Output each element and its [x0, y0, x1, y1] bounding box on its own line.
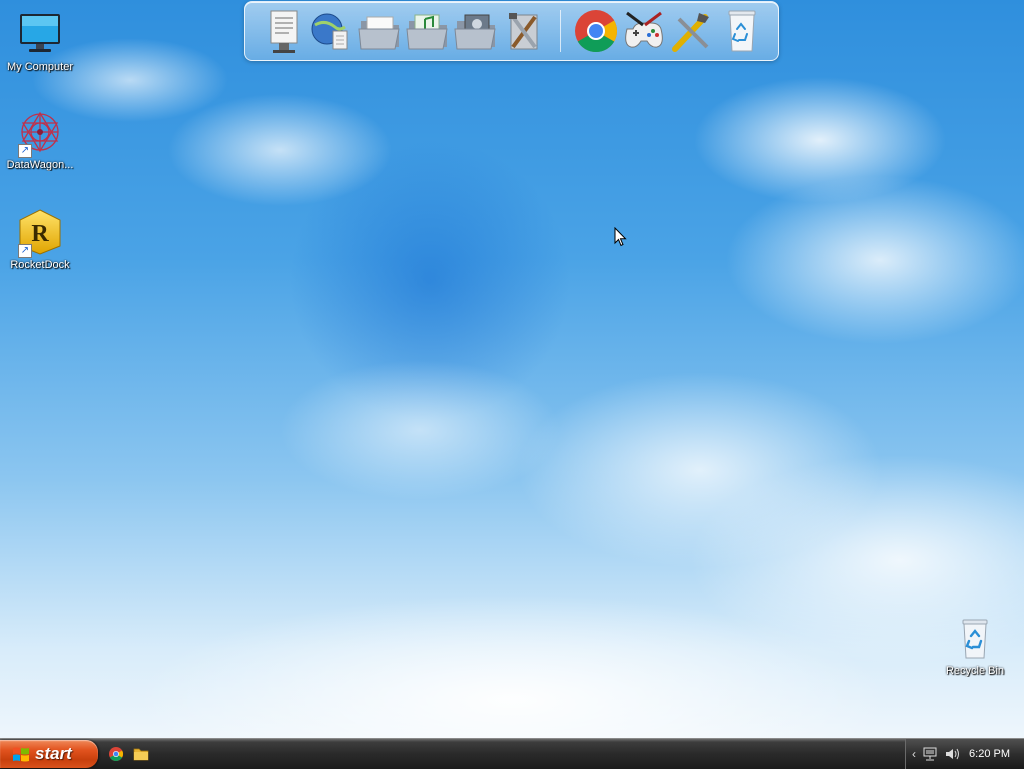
network-globe-icon [311, 13, 348, 50]
chrome-icon [575, 10, 618, 53]
windows-logo-icon [13, 747, 29, 762]
desktop-icon-datawagon[interactable]: ↗ DataWagon... [0, 108, 80, 171]
dock-separator [560, 10, 561, 52]
dock-item-settings[interactable] [669, 7, 715, 55]
system-tray: ‹ 6:20 PM [905, 739, 1024, 769]
start-button[interactable]: start [0, 740, 98, 768]
desktop-icon-my-computer[interactable]: My Computer [0, 10, 80, 73]
datawagon-icon: ↗ [16, 108, 64, 158]
dock-item-chrome[interactable] [573, 7, 619, 55]
dock-item-games[interactable] [621, 7, 667, 55]
monitor-icon [16, 10, 64, 58]
taskbar: start ‹ 6:20 PM [0, 738, 1024, 769]
start-label: start [35, 744, 72, 763]
text-document-icon [270, 10, 298, 53]
quick-launch-chrome[interactable] [108, 746, 124, 762]
mouse-cursor-icon [614, 226, 628, 252]
clock[interactable]: 6:20 PM [969, 748, 1010, 760]
desktop-icon-label: My Computer [6, 61, 74, 73]
pictures-folder-icon [454, 14, 496, 50]
volume-icon[interactable] [944, 746, 960, 762]
dock-item-network[interactable] [307, 7, 353, 55]
rocketdock-icon: R ↗ [16, 208, 64, 258]
dock-item-music-folder[interactable] [405, 7, 451, 55]
settings-tools-icon [672, 13, 709, 52]
rocketdock-bar [244, 1, 779, 61]
quick-launch-folder[interactable] [133, 746, 149, 762]
music-folder-icon [406, 14, 448, 50]
svg-text:R: R [31, 221, 49, 247]
recycle-bin-icon [951, 614, 999, 662]
desktop-icon-recycle-bin[interactable]: Recycle Bin [935, 614, 1015, 677]
show-hidden-icons-chevron-icon[interactable]: ‹ [912, 747, 916, 761]
network-icon[interactable] [922, 746, 938, 762]
desktop-icon-label: DataWagon... [6, 159, 74, 171]
desktop[interactable]: My Computer ↗ DataWagon... R ↗ RocketDoc… [0, 0, 1024, 738]
recycle-bin-icon [728, 10, 756, 52]
gamepad-icon [625, 11, 663, 48]
dock-item-recycle-bin[interactable] [719, 7, 765, 55]
dock-item-text-document[interactable] [261, 7, 307, 55]
desktop-icon-label: Recycle Bin [945, 665, 1005, 677]
tools-icon [509, 13, 538, 50]
shortcut-arrow-icon: ↗ [18, 144, 32, 158]
documents-folder-icon [358, 16, 400, 50]
folder-icon [133, 748, 149, 761]
dock-item-documents-folder[interactable] [357, 7, 403, 55]
desktop-icon-label: RocketDock [10, 259, 70, 271]
desktop-icon-rocketdock[interactable]: R ↗ RocketDock [0, 208, 80, 271]
dock-item-pictures-folder[interactable] [453, 7, 499, 55]
dock-item-tools[interactable] [501, 7, 547, 55]
chrome-icon [109, 747, 124, 762]
shortcut-arrow-icon: ↗ [18, 244, 32, 258]
